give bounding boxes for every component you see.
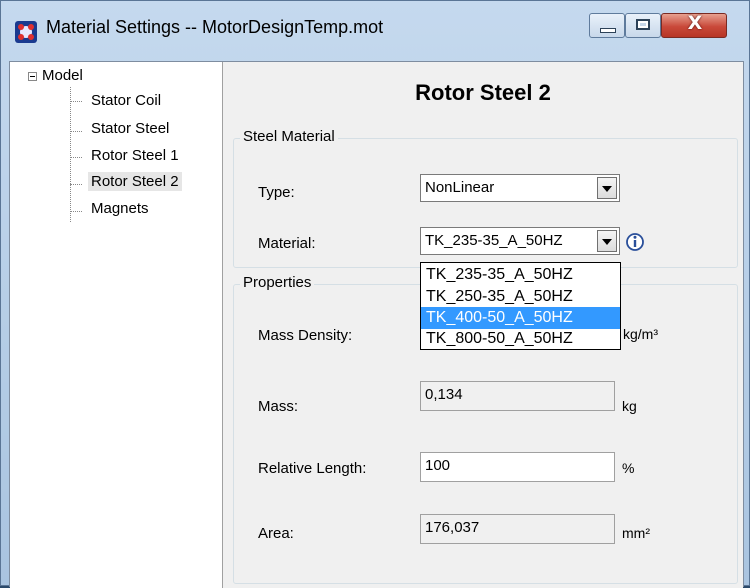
type-select[interactable]: NonLinear xyxy=(420,174,620,202)
tree-item-rotor-steel-2[interactable]: Rotor Steel 2 xyxy=(88,172,182,191)
type-select-value: NonLinear xyxy=(425,179,495,196)
material-settings-window: Material Settings -- MotorDesignTemp.mot… xyxy=(0,0,750,588)
relative-length-unit: % xyxy=(622,460,635,476)
title-bar[interactable]: Material Settings -- MotorDesignTemp.mot… xyxy=(1,1,750,63)
relative-length-label: Relative Length: xyxy=(258,460,367,477)
info-icon[interactable] xyxy=(625,232,645,252)
material-option[interactable]: TK_800-50_A_50HZ xyxy=(421,328,620,350)
material-label: Material: xyxy=(258,235,316,252)
material-option[interactable]: TK_235-35_A_50HZ xyxy=(421,264,620,286)
tree-item-stator-steel[interactable]: Stator Steel xyxy=(91,120,169,137)
tree-item-magnets[interactable]: Magnets xyxy=(91,200,149,217)
tree-connector-branch xyxy=(70,184,82,185)
tree-item-stator-coil[interactable]: Stator Coil xyxy=(91,92,161,109)
settings-panel: Rotor Steel 2 Steel Material Type: NonLi… xyxy=(223,62,743,588)
mass-field[interactable]: 0,134 xyxy=(420,381,615,411)
chevron-down-icon[interactable] xyxy=(597,177,617,199)
maximize-icon xyxy=(636,19,650,30)
properties-group-label: Properties xyxy=(240,274,315,291)
close-icon: X xyxy=(687,12,703,34)
mass-density-label: Mass Density: xyxy=(258,327,353,344)
area-label: Area: xyxy=(258,525,294,542)
material-select[interactable]: TK_235-35_A_50HZ xyxy=(420,227,620,255)
tree-connector-branch xyxy=(70,157,82,158)
material-select-value: TK_235-35_A_50HZ xyxy=(425,232,563,249)
mass-unit: kg xyxy=(622,398,637,414)
tree-connector-branch xyxy=(70,101,82,102)
tree-connector-branch xyxy=(70,131,82,132)
tree-item-rotor-steel-1[interactable]: Rotor Steel 1 xyxy=(91,147,179,164)
app-icon xyxy=(15,21,37,43)
type-label: Type: xyxy=(258,184,295,201)
tree-item-model[interactable]: Model xyxy=(42,67,83,84)
material-dropdown-list[interactable]: TK_235-35_A_50HZ TK_250-35_A_50HZ TK_400… xyxy=(420,262,621,350)
area-field[interactable]: 176,037 xyxy=(420,514,615,544)
relative-length-field[interactable]: 100 xyxy=(420,452,615,482)
minimize-icon xyxy=(600,28,616,33)
dialog-client-area: Model Stator Coil Stator Steel Rotor Ste… xyxy=(9,61,744,588)
model-tree[interactable]: Model Stator Coil Stator Steel Rotor Ste… xyxy=(10,62,223,588)
tree-connector-line xyxy=(70,87,71,222)
minimize-button[interactable] xyxy=(589,13,625,38)
material-option-highlighted[interactable]: TK_400-50_A_50HZ xyxy=(421,307,620,329)
mass-density-unit: kg/m³ xyxy=(623,326,658,342)
steel-material-group-label: Steel Material xyxy=(240,128,338,145)
close-button[interactable]: X xyxy=(661,12,727,38)
tree-connector-branch xyxy=(70,211,82,212)
maximize-button[interactable] xyxy=(625,13,661,38)
mass-label: Mass: xyxy=(258,398,299,415)
material-option[interactable]: TK_250-35_A_50HZ xyxy=(421,286,620,308)
collapse-toggle-icon[interactable] xyxy=(28,72,37,81)
chevron-down-icon[interactable] xyxy=(597,230,617,252)
window-title: Material Settings -- MotorDesignTemp.mot xyxy=(46,17,384,37)
area-unit: mm² xyxy=(622,525,650,541)
page-title: Rotor Steel 2 xyxy=(415,80,551,105)
